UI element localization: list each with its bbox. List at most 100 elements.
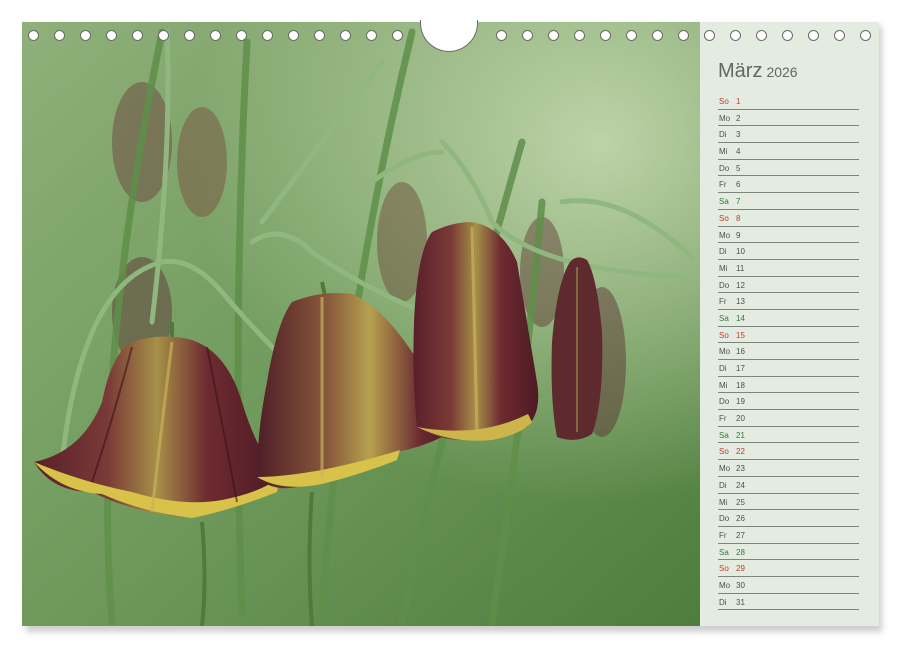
binding-hole: [340, 30, 351, 41]
day-row: So 29: [718, 560, 859, 577]
binding-hole: [600, 30, 611, 41]
binding-hole: [314, 30, 325, 41]
weekday-label: Mo: [719, 229, 730, 242]
day-row: Mo 9: [718, 227, 859, 244]
weekday-label: Di: [719, 479, 727, 492]
day-row: Do 19: [718, 393, 859, 410]
day-number: 31: [736, 596, 745, 609]
weekday-label: So: [719, 329, 729, 342]
day-number: 23: [736, 462, 745, 475]
weekday-label: Mo: [719, 345, 730, 358]
binding-hole: [80, 30, 91, 41]
day-row: Sa 21: [718, 427, 859, 444]
day-number: 16: [736, 345, 745, 358]
weekday-label: So: [719, 95, 729, 108]
day-number: 26: [736, 512, 745, 525]
day-row: Fr6: [718, 176, 859, 193]
month-heading: März2026: [718, 60, 798, 83]
day-number: 30: [736, 579, 745, 592]
binding-hole: [54, 30, 65, 41]
day-row: Fr27: [718, 527, 859, 544]
weekday-label: So: [719, 212, 729, 225]
day-number: 17: [736, 362, 745, 375]
day-number: 1: [736, 95, 740, 108]
day-number: 11: [736, 262, 744, 275]
day-number: 8: [736, 212, 740, 225]
weekday-label: Sa: [719, 429, 729, 442]
day-number: 10: [736, 245, 745, 258]
binding-hole: [730, 30, 741, 41]
fritillaria-illustration: [22, 22, 700, 626]
weekday-label: Sa: [719, 312, 729, 325]
binding-hole: [548, 30, 559, 41]
weekday-label: Mo: [719, 462, 730, 475]
day-number: 9: [736, 229, 740, 242]
day-row: Mi 11: [718, 260, 859, 277]
day-row: So 8: [718, 210, 859, 227]
day-number: 22: [736, 445, 745, 458]
day-number: 14: [736, 312, 745, 325]
binding-hole: [392, 30, 403, 41]
binding-hole: [184, 30, 195, 41]
binding-hole: [860, 30, 871, 41]
day-row: Sa 7: [718, 193, 859, 210]
weekday-label: Di: [719, 245, 727, 258]
weekday-label: Do: [719, 279, 729, 292]
day-row: Di 17: [718, 360, 859, 377]
binding-hole: [236, 30, 247, 41]
day-row: Do 26: [718, 510, 859, 527]
weekday-label: So: [719, 445, 729, 458]
day-number: 27: [736, 529, 745, 542]
weekday-label: Do: [719, 395, 729, 408]
weekday-label: So: [719, 562, 729, 575]
binding-hole: [678, 30, 689, 41]
day-number: 19: [736, 395, 745, 408]
weekday-label: Sa: [719, 195, 729, 208]
day-row: Fr13: [718, 293, 859, 310]
day-row: Mo 16: [718, 343, 859, 360]
day-number: 24: [736, 479, 745, 492]
day-row: Sa28: [718, 544, 859, 561]
day-row: Di 24: [718, 477, 859, 494]
weekday-label: Mi: [719, 496, 727, 509]
day-list: So1Mo2Di3Mi4Do5Fr6Sa7So8Mo9Di10Mi11Do12F…: [718, 93, 859, 610]
binding-hole: [834, 30, 845, 41]
day-row: Di 3: [718, 126, 859, 143]
weekday-label: Fr: [719, 295, 727, 308]
day-row: Fr 20: [718, 410, 859, 427]
binding-hole: [28, 30, 39, 41]
binding-hole: [808, 30, 819, 41]
day-number: 29: [736, 562, 745, 575]
day-number: 21: [736, 429, 745, 442]
day-number: 3: [736, 128, 740, 141]
day-row: Mi4: [718, 143, 859, 160]
binding-hole: [210, 30, 221, 41]
binding-hole: [158, 30, 169, 41]
day-row: Do5: [718, 160, 859, 177]
binding-hole: [626, 30, 637, 41]
binding-hole: [132, 30, 143, 41]
binding-hole: [704, 30, 715, 41]
weekday-label: Fr: [719, 412, 727, 425]
day-number: 6: [736, 178, 740, 191]
weekday-label: Di: [719, 362, 727, 375]
day-number: 2: [736, 112, 740, 125]
binding-hole: [366, 30, 377, 41]
weekday-label: Do: [719, 512, 729, 525]
day-number: 7: [736, 195, 740, 208]
weekday-label: Di: [719, 128, 727, 141]
day-row: So 15: [718, 327, 859, 344]
day-number: 18: [736, 379, 745, 392]
weekday-label: Mo: [719, 112, 730, 125]
day-row: Sa 14: [718, 310, 859, 327]
day-number: 15: [736, 329, 745, 342]
binding-hole: [106, 30, 117, 41]
binding-hole: [756, 30, 767, 41]
weekday-label: Sa: [719, 546, 729, 559]
day-number: 20: [736, 412, 745, 425]
day-number: 4: [736, 145, 740, 158]
binding-hole: [574, 30, 585, 41]
weekday-label: Mi: [719, 262, 727, 275]
day-number: 25: [736, 496, 745, 509]
flower-photo: [22, 22, 700, 626]
